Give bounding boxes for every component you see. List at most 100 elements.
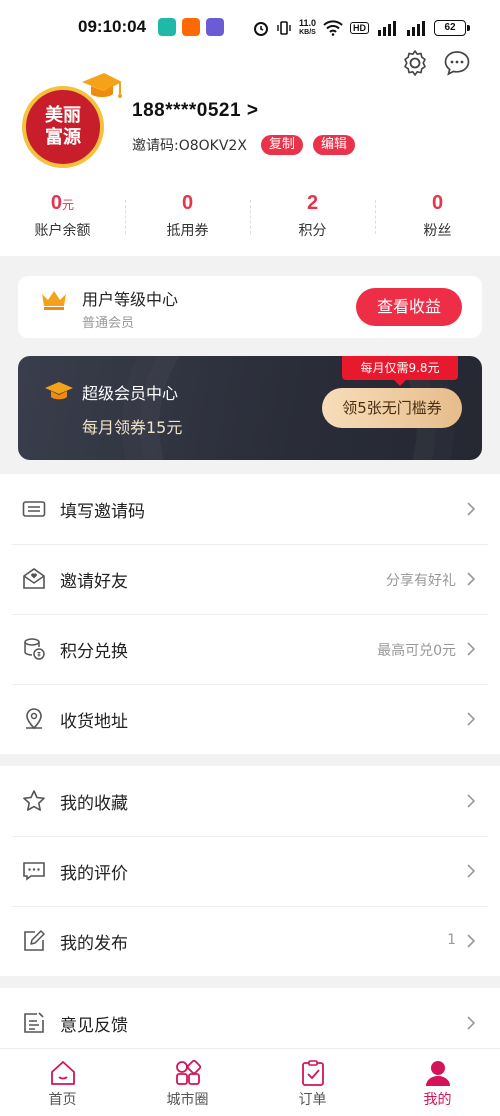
star-icon xyxy=(23,790,45,811)
chevron-right-icon xyxy=(467,642,476,656)
stat-value: 0 xyxy=(431,192,444,214)
stat-balance[interactable]: 0元 账户余额 xyxy=(0,192,125,248)
menu-label: 意见反馈 xyxy=(60,1016,128,1036)
stat-coupons[interactable]: 0 抵用券 xyxy=(125,192,250,248)
stat-fans[interactable]: 0 粉丝 xyxy=(375,192,500,248)
graduation-cap-icon xyxy=(45,382,73,400)
level-title: 用户等级中心 xyxy=(82,290,179,309)
stat-value: 0 xyxy=(181,192,194,214)
user-level-card[interactable]: 用户等级中心 普通会员 查看收益 xyxy=(18,276,482,338)
coins-icon xyxy=(24,638,45,660)
gear-icon[interactable] xyxy=(400,48,430,78)
tab-home[interactable]: 首页 xyxy=(0,1049,125,1116)
feedback-icon xyxy=(24,1012,44,1033)
envelope-heart-icon xyxy=(23,568,45,589)
battery-indicator: 62 xyxy=(434,20,470,36)
graduation-cap-icon xyxy=(82,73,122,98)
chevron-right-icon xyxy=(467,864,476,878)
menu-item-address[interactable]: 收货地址 xyxy=(0,684,500,754)
ticket-icon xyxy=(22,501,46,517)
chevron-right-icon xyxy=(467,1016,476,1030)
avatar-text-1: 美丽 xyxy=(45,105,81,126)
phone-number[interactable]: 188****0521 > xyxy=(132,100,258,122)
invite-code: 邀请码:O8OKV2X xyxy=(132,138,247,154)
menu-item-invite-code[interactable]: 填写邀请码 xyxy=(0,474,500,544)
claim-coupons-button[interactable]: 领5张无门槛券 xyxy=(322,388,462,428)
stat-label: 抵用券 xyxy=(166,223,209,239)
wifi-icon xyxy=(323,20,343,36)
copy-button[interactable]: 复制 xyxy=(260,135,303,155)
invite-row: 邀请码:O8OKV2X 复制 编辑 xyxy=(132,134,355,156)
menu-label: 我的收藏 xyxy=(60,794,128,814)
home-icon xyxy=(50,1061,75,1085)
menu-label: 邀请好友 xyxy=(60,572,128,592)
menu-extra: 分享有好礼 xyxy=(386,573,456,589)
tab-label: 我的 xyxy=(423,1092,452,1108)
stat-unit: 元 xyxy=(62,198,75,212)
view-earnings-button[interactable]: 查看收益 xyxy=(356,288,462,326)
price-tag: 每月仅需9.8元 xyxy=(342,356,458,386)
message-icon[interactable] xyxy=(442,48,472,78)
chevron-right-icon xyxy=(467,712,476,726)
crown-icon xyxy=(42,291,66,310)
comment-icon xyxy=(23,862,45,881)
menu-label: 我的发布 xyxy=(60,934,128,954)
stats-row: 0元 账户余额 0 抵用券 2 积分 0 粉丝 xyxy=(0,192,500,248)
menu-group-2: 我的收藏 我的评价 我的发布 1 xyxy=(0,766,500,976)
edit-icon xyxy=(24,930,45,951)
app-notification-icon xyxy=(158,18,176,36)
chevron-right-icon xyxy=(467,572,476,586)
menu-label: 我的评价 xyxy=(60,864,128,884)
net-speed: 11.0 KB/S xyxy=(299,19,316,37)
super-vip-card[interactable]: 超级会员中心 每月领券15元 领5张无门槛券 每月仅需9.8元 xyxy=(18,356,482,460)
tab-label: 城市圈 xyxy=(166,1092,209,1108)
tab-label: 订单 xyxy=(298,1092,327,1108)
clipboard-icon xyxy=(301,1060,324,1086)
chevron-right-icon xyxy=(467,502,476,516)
menu-label: 填写邀请码 xyxy=(60,502,145,522)
menu-item-favorites[interactable]: 我的收藏 xyxy=(0,766,500,836)
tab-city-circle[interactable]: 城市圈 xyxy=(125,1049,250,1116)
stat-label: 粉丝 xyxy=(423,223,452,239)
signal-icon xyxy=(378,21,396,36)
stat-label: 账户余额 xyxy=(34,223,91,239)
edit-button[interactable]: 编辑 xyxy=(312,135,355,155)
bottom-tab-bar: 首页 城市圈 订单 我的 xyxy=(0,1048,500,1116)
vibrate-icon xyxy=(277,21,291,35)
menu-label: 积分兑换 xyxy=(60,642,128,662)
chevron-right-icon xyxy=(467,794,476,808)
stat-points[interactable]: 2 积分 xyxy=(250,192,375,248)
tab-orders[interactable]: 订单 xyxy=(250,1049,375,1116)
menu-group-1: 填写邀请码 邀请好友 分享有好礼 积分兑换 最高可兑0元 收货地址 xyxy=(0,474,500,754)
menu-item-reviews[interactable]: 我的评价 xyxy=(0,836,500,906)
net-speed-value: 11.0 xyxy=(298,18,316,28)
stat-label: 积分 xyxy=(298,223,327,239)
user-icon xyxy=(425,1061,450,1086)
game-notification-icon xyxy=(206,18,224,36)
vip-title: 超级会员中心 xyxy=(82,384,179,403)
vip-subtitle: 每月领券15元 xyxy=(82,418,183,437)
hd-badge: HD xyxy=(350,22,369,34)
alarm-icon xyxy=(253,22,268,36)
menu-extra: 最高可兑0元 xyxy=(377,643,456,659)
chevron-right-icon xyxy=(467,934,476,948)
net-speed-unit: KB/S xyxy=(299,29,316,36)
menu-label: 收货地址 xyxy=(60,712,128,732)
grid-icon xyxy=(175,1059,201,1085)
status-time: 09:10:04 xyxy=(78,17,147,36)
profile-header: 美丽 富源 188****0521 > 邀请码:O8OKV2X 复制 编辑 0元… xyxy=(0,50,500,256)
menu-extra: 1 xyxy=(447,932,456,948)
tab-mine[interactable]: 我的 xyxy=(375,1049,500,1116)
menu-item-points-exchange[interactable]: 积分兑换 最高可兑0元 xyxy=(0,614,500,684)
stat-value: 2 xyxy=(306,192,319,214)
signal-icon-2 xyxy=(407,21,425,36)
avatar-text-2: 富源 xyxy=(45,127,81,148)
level-subtitle: 普通会员 xyxy=(82,316,135,331)
menu-item-invite-friends[interactable]: 邀请好友 分享有好礼 xyxy=(0,544,500,614)
status-right: 11.0 KB/S HD 62 xyxy=(253,16,470,40)
tab-label: 首页 xyxy=(48,1092,77,1108)
mi-notification-icon xyxy=(182,18,200,36)
stat-value: 0 xyxy=(50,192,63,214)
menu-item-posts[interactable]: 我的发布 1 xyxy=(0,906,500,976)
location-pin-icon xyxy=(26,708,42,730)
